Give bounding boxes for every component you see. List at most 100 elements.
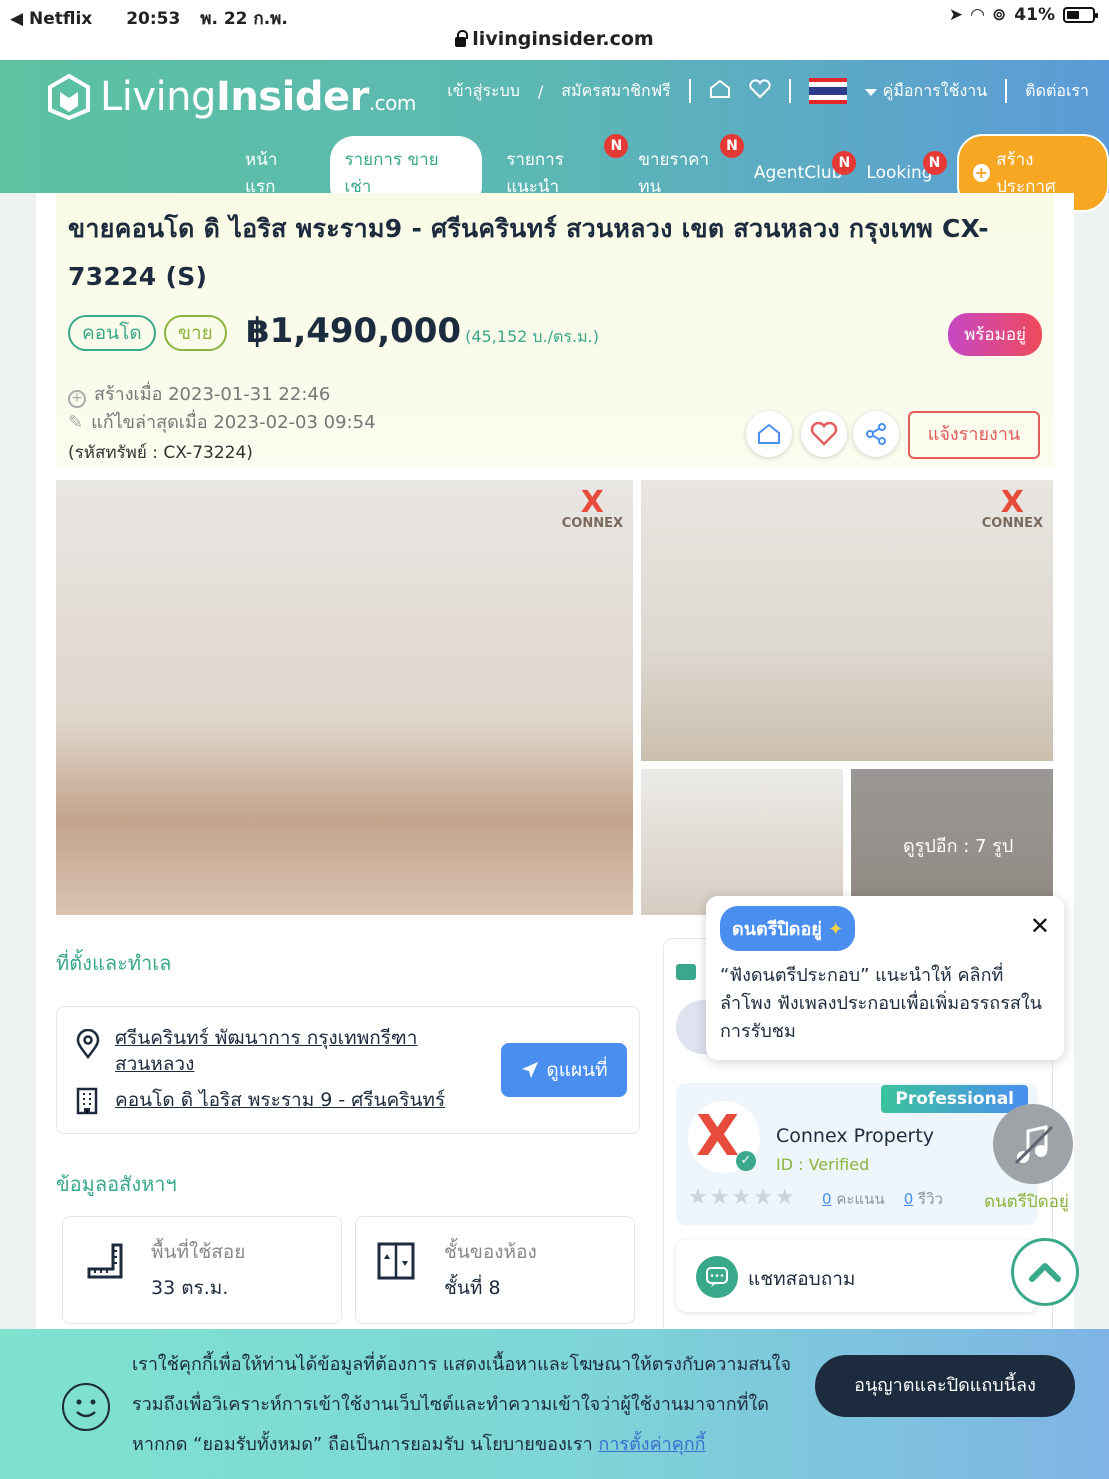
chat-bubble-icon [676, 964, 696, 980]
professional-badge: Professional [881, 1085, 1028, 1113]
logo-text: LivingInsider.com [100, 74, 416, 120]
usable-area-box: พื้นที่ใช้สอย 33 ตร.ม. [62, 1216, 342, 1324]
location-box: ศรีนครินทร์ พัฒนาการ กรุงเทพกรีฑา สวนหลวง… [56, 1006, 640, 1134]
lock-icon [455, 30, 469, 47]
deal-type-tag[interactable]: ขาย [164, 315, 227, 351]
ready-to-move-badge: พร้อมอยู่ [948, 313, 1042, 356]
floor-value: ชั้นที่ 8 [444, 1277, 501, 1299]
favorite-button[interactable] [801, 411, 847, 457]
report-button[interactable]: แจ้งรายงาน [908, 411, 1040, 459]
chat-icon [696, 1256, 738, 1298]
cookie-banner: เราใช้คุกกี้เพื่อให้ท่านได้ข้อมูลที่ต้อง… [0, 1329, 1109, 1479]
ruler-icon [87, 1243, 123, 1279]
logo-house-icon [48, 73, 90, 121]
music-toggle-button[interactable] [993, 1104, 1073, 1184]
agent-name[interactable]: Connex Property [776, 1125, 934, 1147]
map-pin-icon [76, 1029, 100, 1059]
music-tooltip-text: “ฟังดนตรีประกอบ” แนะนำให้ คลิกที่ลำโพง ฟ… [720, 965, 1042, 1042]
more-photos-label: ดูรูปอีก : 7 รูป [903, 836, 1014, 857]
share-button[interactable] [853, 411, 899, 457]
created-date: + สร้างเมื่อ 2023-01-31 22:46 [68, 379, 330, 408]
watermark-logo: X CONNEX [561, 485, 623, 532]
status-bar: ◀ Netflix 20:53 พ. 22 ก.พ. ➤ ◠ ⊚ 41% [0, 0, 1109, 30]
wifi-icon: ◠ [970, 5, 985, 25]
slash-separator: / [537, 81, 544, 101]
site-header: LivingInsider.com เข้าสู่ระบบ / สมัครสมา… [0, 60, 1109, 212]
scroll-to-top-button[interactable] [1011, 1238, 1079, 1306]
more-photos-thumbnail[interactable]: ดูรูปอีก : 7 รูป [851, 769, 1053, 915]
battery-percent: 41% [1014, 5, 1055, 25]
watermark-logo: X CONNEX [981, 485, 1043, 532]
favorite-heart-icon[interactable] [749, 79, 771, 103]
login-link[interactable]: เข้าสู่ระบบ [447, 79, 520, 104]
rotation-lock-icon: ⊚ [992, 5, 1007, 25]
plus-circle-icon: + [68, 390, 86, 408]
photo-thumbnail[interactable] [641, 769, 843, 915]
nav-recommended[interactable]: รายการแนะนำ N [506, 134, 629, 200]
close-icon[interactable]: ✕ [1030, 912, 1050, 940]
heart-icon [810, 421, 838, 446]
chevron-up-icon [1029, 1263, 1061, 1282]
accept-cookies-button[interactable]: อนุญาตและปิดแถบนี้ลง [815, 1355, 1075, 1417]
property-id: (รหัสทรัพย์ : CX-73224) [68, 443, 253, 463]
chat-inquiry-button[interactable]: แชทสอบถาม [676, 1240, 1038, 1312]
nav-looking[interactable]: Looking N [866, 151, 947, 183]
cookie-text: เราใช้คุกกี้เพื่อให้ท่านได้ข้อมูลที่ต้อง… [132, 1354, 792, 1455]
divider [688, 79, 691, 103]
location-icon: ➤ [948, 5, 963, 25]
home-compare-button[interactable] [746, 411, 792, 457]
building-icon [76, 1087, 98, 1115]
new-badge: N [604, 134, 629, 158]
cookie-settings-link[interactable]: การตั้งค่าคุกกี้ [598, 1434, 705, 1455]
property-info-section-title: ข้อมูลอสังหาฯ [56, 1172, 177, 1196]
nav-agentclub[interactable]: AgentClub N [754, 151, 857, 183]
divider [1005, 79, 1008, 103]
price: ฿1,490,000 (45,152 บ./ตร.ม.) [246, 311, 599, 351]
agent-verified: ID : Verified [776, 1155, 870, 1174]
property-type-tag[interactable]: คอนโด [68, 315, 156, 351]
new-badge: N [922, 151, 947, 175]
music-tooltip: ดนตรีปิดอยู่ ✦ ✕ “ฟังดนตรีประกอบ” แนะนำใ… [706, 896, 1064, 1060]
sparkle-icon: ✦ [828, 919, 844, 940]
status-time: 20:53 [126, 9, 181, 29]
address-bar[interactable]: livinginsider.com [0, 30, 1109, 60]
navigation-arrow-icon [522, 1062, 539, 1078]
project-link[interactable]: คอนโด ดิ ไอริส พระราม 9 - ศรีนครินทร์ [115, 1087, 445, 1113]
nav-home[interactable]: หน้าแรก [245, 146, 306, 200]
top-links: เข้าสู่ระบบ / สมัครสมาชิกฟรี คู่มือการใช… [447, 78, 1089, 104]
home-icon [758, 423, 780, 444]
battery-icon [1063, 7, 1098, 23]
photo-thumbnail[interactable]: X CONNEX [641, 480, 1053, 761]
register-link[interactable]: สมัครสมาชิกฟรี [561, 79, 670, 104]
thai-flag-icon[interactable] [808, 78, 847, 104]
edited-date: ✎ แก้ไขล่าสุดเมื่อ 2023-02-03 09:54 [68, 412, 376, 433]
rating-stars-icon: ★★★★★ [688, 1185, 797, 1210]
rating-summary[interactable]: 0 คะแนน 0 รีวิว [822, 1187, 943, 1211]
divider [788, 79, 791, 103]
smiley-icon [62, 1383, 110, 1431]
area-link[interactable]: ศรีนครินทร์ พัฒนาการ กรุงเทพกรีฑา สวนหลวง [115, 1025, 417, 1077]
share-icon [866, 423, 886, 445]
agent-logo: X ✓ [688, 1101, 760, 1173]
site-logo[interactable]: LivingInsider.com [48, 73, 416, 121]
area-value: 33 ตร.ม. [151, 1277, 229, 1299]
main-photo[interactable]: X CONNEX [56, 480, 633, 915]
unit-price: (45,152 บ./ตร.ม.) [465, 327, 599, 346]
manual-link[interactable]: คู่มือการใช้งาน [864, 79, 987, 104]
nav-cost-price[interactable]: ขายราคาทุน N [638, 134, 744, 200]
new-badge: N [719, 134, 744, 158]
url-text: livinginsider.com [472, 28, 654, 50]
chat-label: แชทสอบถาม [748, 1268, 856, 1290]
plus-icon: + [972, 164, 991, 182]
status-date: พ. 22 ก.พ. [200, 9, 288, 29]
location-section-title: ที่ตั้งและทำเล [56, 951, 172, 975]
music-note-icon [1014, 1125, 1054, 1165]
contact-link[interactable]: ติดต่อเรา [1025, 79, 1089, 104]
home-icon[interactable] [709, 79, 731, 103]
listing-title: ขายคอนโด ดิ ไอริส พระราม9 - ศรีนครินทร์ … [68, 214, 989, 291]
view-map-button[interactable]: ดูแผนที่ [501, 1043, 627, 1097]
chevron-down-icon [864, 88, 877, 96]
floor-box: ชั้นของห้อง ชั้นที่ 8 [355, 1216, 635, 1324]
floor-label: ชั้นของห้อง [444, 1241, 537, 1263]
back-to-app[interactable]: ◀ Netflix [10, 9, 106, 29]
